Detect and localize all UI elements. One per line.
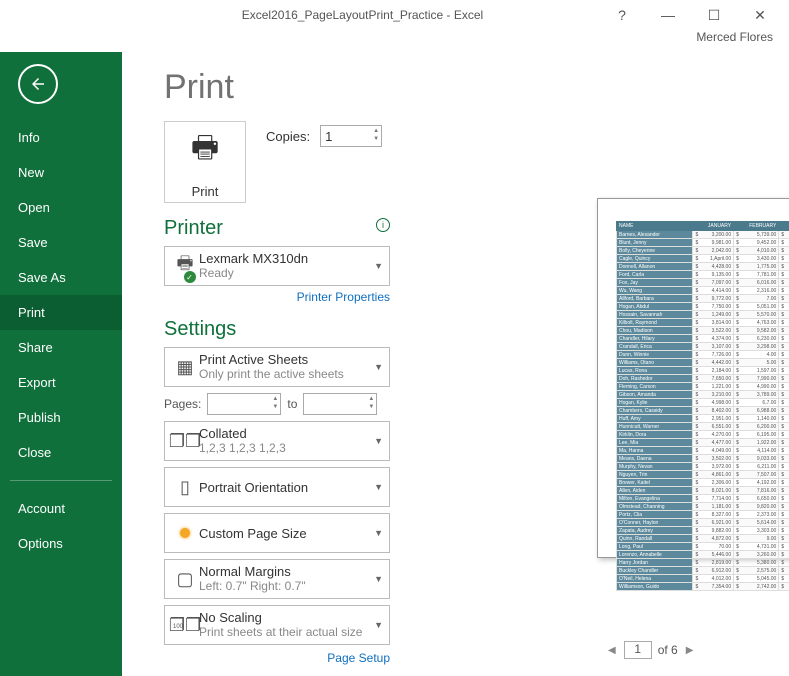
printer-selector[interactable]: 🖶✓ Lexmark MX310dn Ready ▼ bbox=[164, 246, 390, 286]
nav-save[interactable]: Save bbox=[0, 225, 122, 260]
chevron-down-icon: ▼ bbox=[374, 528, 383, 538]
collation-label: Collated bbox=[199, 426, 374, 441]
page-setup-link[interactable]: Page Setup bbox=[164, 651, 390, 665]
scaling-label: No Scaling bbox=[199, 610, 374, 625]
collation-selector[interactable]: ❐❐ Collated 1,2,3 1,2,3 1,2,3 ▼ bbox=[164, 421, 390, 461]
orientation-label: Portrait Orientation bbox=[199, 480, 374, 495]
page-total: of 6 bbox=[658, 643, 678, 657]
print-what-label: Print Active Sheets bbox=[199, 352, 374, 367]
printer-ready-icon: 🖶✓ bbox=[177, 251, 194, 281]
chevron-down-icon: ▼ bbox=[374, 620, 383, 630]
backstage-sidebar: Info New Open Save Save As Print Share E… bbox=[0, 52, 122, 676]
printer-icon: 🖶 bbox=[191, 125, 219, 176]
margins-label: Normal Margins bbox=[199, 564, 374, 579]
chevron-down-icon: ▼ bbox=[374, 362, 383, 372]
user-name[interactable]: Merced Flores bbox=[0, 30, 789, 52]
nav-new[interactable]: New bbox=[0, 155, 122, 190]
print-button[interactable]: 🖶 Print bbox=[164, 121, 246, 203]
chevron-down-icon: ▼ bbox=[374, 482, 383, 492]
print-what-sub: Only print the active sheets bbox=[199, 367, 374, 382]
margins-selector[interactable]: ▢ Normal Margins Left: 0.7" Right: 0.7" … bbox=[164, 559, 390, 599]
chevron-up-icon[interactable]: ▲ bbox=[373, 127, 379, 135]
page-size-selector[interactable]: Custom Page Size ▼ bbox=[164, 513, 390, 553]
nav-share[interactable]: Share bbox=[0, 330, 122, 365]
collated-icon: ❐❐ bbox=[171, 431, 199, 452]
chevron-down-icon: ▼ bbox=[374, 261, 383, 271]
maximize-icon[interactable]: ☐ bbox=[691, 1, 737, 29]
copies-label: Copies: bbox=[266, 129, 310, 144]
settings-section-header: Settings bbox=[164, 318, 396, 341]
window-title: Excel2016_PageLayoutPrint_Practice - Exc… bbox=[126, 8, 599, 22]
print-button-label: Print bbox=[192, 184, 219, 199]
scaling-icon: ❐❐100 bbox=[171, 620, 199, 630]
page-number-input[interactable]: 1 bbox=[624, 641, 652, 659]
back-button[interactable] bbox=[18, 64, 58, 104]
sheets-icon: ▦ bbox=[171, 357, 199, 378]
close-icon[interactable]: ✕ bbox=[737, 1, 783, 29]
orientation-selector[interactable]: ▯ Portrait Orientation ▼ bbox=[164, 467, 390, 507]
next-page-button[interactable]: ▶ bbox=[684, 645, 696, 656]
page-size-label: Custom Page Size bbox=[199, 526, 374, 541]
copies-value: 1 bbox=[325, 129, 332, 144]
pages-from-stepper[interactable]: ▲▼ bbox=[207, 393, 281, 415]
nav-publish[interactable]: Publish bbox=[0, 400, 122, 435]
custom-size-icon bbox=[171, 528, 199, 538]
pages-to-stepper[interactable]: ▲▼ bbox=[303, 393, 377, 415]
nav-print[interactable]: Print bbox=[0, 295, 122, 330]
help-icon[interactable]: ? bbox=[599, 1, 645, 29]
nav-close[interactable]: Close bbox=[0, 435, 122, 470]
chevron-down-icon: ▼ bbox=[374, 436, 383, 446]
chevron-down-icon[interactable]: ▼ bbox=[373, 135, 379, 143]
margins-icon: ▢ bbox=[171, 569, 199, 590]
nav-options[interactable]: Options bbox=[0, 526, 122, 561]
nav-info[interactable]: Info bbox=[0, 120, 122, 155]
margins-sub: Left: 0.7" Right: 0.7" bbox=[199, 579, 374, 594]
prev-page-button[interactable]: ◀ bbox=[606, 645, 618, 656]
pages-to-label: to bbox=[287, 397, 297, 411]
portrait-icon: ▯ bbox=[171, 477, 199, 498]
scaling-sub: Print sheets at their actual size bbox=[199, 625, 374, 640]
copies-stepper[interactable]: 1 ▲▼ bbox=[320, 125, 382, 147]
minimize-icon[interactable]: — bbox=[645, 1, 691, 29]
print-preview: NAMEJANUARYFEBRUARYMARCHAPRILBarnes, Ale… bbox=[566, 61, 789, 635]
chevron-down-icon: ▼ bbox=[374, 574, 383, 584]
nav-account[interactable]: Account bbox=[0, 491, 122, 526]
pages-label: Pages: bbox=[164, 397, 201, 411]
printer-name: Lexmark MX310dn bbox=[199, 251, 374, 266]
printer-properties-link[interactable]: Printer Properties bbox=[164, 290, 390, 304]
printer-section-header: Printer bbox=[164, 217, 223, 240]
nav-export[interactable]: Export bbox=[0, 365, 122, 400]
print-what-selector[interactable]: ▦ Print Active Sheets Only print the act… bbox=[164, 347, 390, 387]
titlebar: Excel2016_PageLayoutPrint_Practice - Exc… bbox=[0, 0, 789, 30]
nav-open[interactable]: Open bbox=[0, 190, 122, 225]
nav-saveas[interactable]: Save As bbox=[0, 260, 122, 295]
scaling-selector[interactable]: ❐❐100 No Scaling Print sheets at their a… bbox=[164, 605, 390, 645]
collation-sub: 1,2,3 1,2,3 1,2,3 bbox=[199, 441, 374, 456]
printer-info-icon[interactable]: i bbox=[376, 218, 390, 232]
printer-status-text: Ready bbox=[199, 266, 374, 281]
preview-sheet: NAMEJANUARYFEBRUARYMARCHAPRILBarnes, Ale… bbox=[597, 198, 789, 558]
preview-table: NAMEJANUARYFEBRUARYMARCHAPRILBarnes, Ale… bbox=[616, 221, 789, 591]
